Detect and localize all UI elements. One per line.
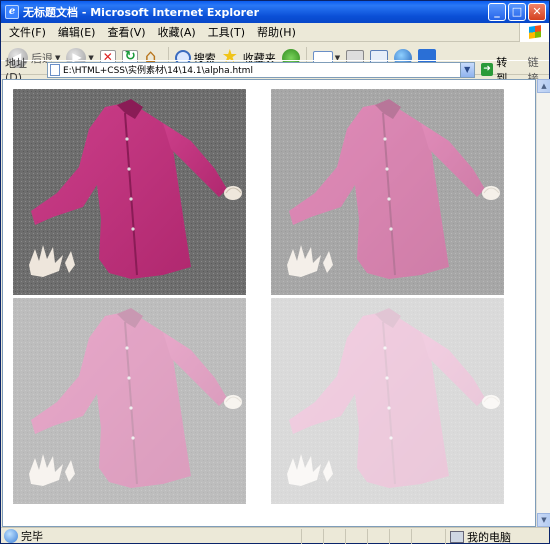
status-cell <box>323 529 345 544</box>
menu-file[interactable]: 文件(F) <box>3 24 52 40</box>
scroll-down-button[interactable]: ▼ <box>537 513 550 527</box>
menu-help[interactable]: 帮助(H) <box>251 24 302 40</box>
windows-flag-icon <box>519 23 549 42</box>
chevron-down-icon[interactable]: ▼ <box>459 62 474 77</box>
ie-window: e 无标题文档 - Microsoft Internet Explorer _ … <box>0 0 550 544</box>
caption-buttons: _ □ ✕ <box>488 3 546 21</box>
title-bar[interactable]: e 无标题文档 - Microsoft Internet Explorer _ … <box>1 1 549 23</box>
security-zone[interactable]: 我的电脑 <box>445 529 511 544</box>
page-content[interactable] <box>2 79 536 527</box>
zone-label: 我的电脑 <box>467 530 511 544</box>
ie-logo-icon: e <box>5 5 19 19</box>
status-bar: 完毕 我的电脑 <box>1 527 549 544</box>
address-bar: 地址(D) E:\HTML+CSS\实例素材\14\14.1\alpha.htm… <box>1 56 549 85</box>
status-cell <box>367 529 389 544</box>
status-text: 完毕 <box>21 530 43 543</box>
shirt-photo-half <box>13 298 246 504</box>
shirt-photo-faint <box>271 298 504 504</box>
address-input[interactable]: E:\HTML+CSS\实例素材\14\14.1\alpha.html ▼ <box>46 61 475 78</box>
status-cell <box>345 529 367 544</box>
computer-icon <box>450 530 464 543</box>
status-cell <box>389 529 411 544</box>
maximize-button[interactable]: □ <box>508 3 526 21</box>
scroll-up-button[interactable]: ▲ <box>537 79 550 93</box>
status-cell <box>301 529 323 544</box>
page-icon <box>49 63 60 76</box>
shirt-photo-opaque <box>13 89 246 295</box>
status-cell <box>411 529 433 544</box>
close-button[interactable]: ✕ <box>528 3 546 21</box>
menu-edit[interactable]: 编辑(E) <box>52 24 102 40</box>
window-title: 无标题文档 - Microsoft Internet Explorer <box>23 6 259 19</box>
menu-tools[interactable]: 工具(T) <box>202 24 251 40</box>
minimize-button[interactable]: _ <box>488 3 506 21</box>
shirt-photo-semi <box>271 89 504 295</box>
ie-page-icon <box>4 529 18 543</box>
vertical-scrollbar[interactable]: ▲ ▼ <box>536 79 550 527</box>
menu-favorites[interactable]: 收藏(A) <box>152 24 202 40</box>
menu-view[interactable]: 查看(V) <box>101 24 151 40</box>
status-cells <box>301 529 433 544</box>
menu-bar: 文件(F) 编辑(E) 查看(V) 收藏(A) 工具(T) 帮助(H) <box>1 23 549 42</box>
address-value: E:\HTML+CSS\实例素材\14\14.1\alpha.html <box>62 66 253 76</box>
go-arrow-icon: ➜ <box>480 63 494 76</box>
